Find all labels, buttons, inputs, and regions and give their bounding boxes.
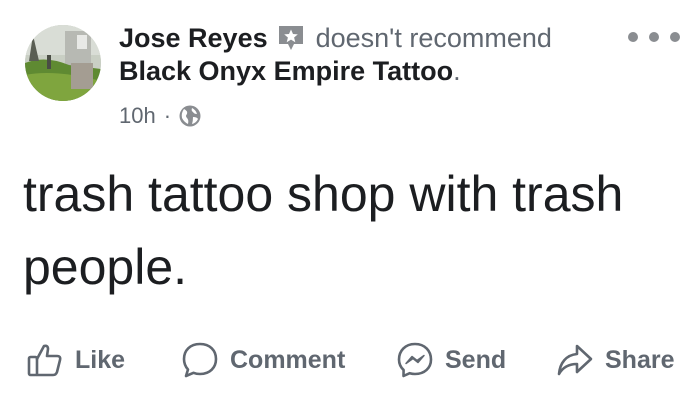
reviewed-page: Black Onyx Empire Tattoo. — [119, 56, 461, 87]
action-bar: Like Comment Send Share — [0, 332, 700, 388]
comment-bubble-icon — [180, 340, 220, 380]
like-label: Like — [75, 345, 126, 374]
send-label: Send — [445, 345, 507, 374]
share-arrow-icon — [555, 340, 595, 380]
post-header: Jose Reyes doesn't recommend — [119, 18, 552, 58]
review-post: Jose Reyes doesn't recommend Black Onyx … — [0, 0, 700, 402]
share-button[interactable]: Share — [555, 332, 674, 388]
post-meta: 10h · — [119, 101, 202, 131]
author-name[interactable]: Jose Reyes — [119, 23, 268, 54]
page-name-suffix: . — [453, 56, 461, 86]
dot — [628, 32, 638, 42]
globe-icon — [178, 104, 202, 128]
avatar-photo — [25, 25, 101, 101]
share-label: Share — [605, 345, 675, 374]
thumbs-up-icon — [25, 340, 65, 380]
send-button[interactable]: Send — [395, 332, 506, 388]
comment-label: Comment — [230, 345, 346, 374]
comment-button[interactable]: Comment — [180, 332, 345, 388]
like-button[interactable]: Like — [25, 332, 125, 388]
post-timestamp[interactable]: 10h — [119, 103, 156, 129]
avatar[interactable] — [25, 25, 101, 101]
recommendation-verb: doesn't recommend — [315, 22, 552, 53]
meta-separator: · — [163, 103, 172, 128]
post-body: trash tattoo shop with trash people. — [23, 166, 624, 295]
more-dots-icon[interactable] — [628, 24, 680, 50]
dot — [670, 32, 680, 42]
page-name-link[interactable]: Black Onyx Empire Tattoo — [119, 56, 453, 86]
messenger-icon — [395, 340, 435, 380]
dot — [649, 32, 659, 42]
star-badge-icon — [276, 23, 306, 53]
